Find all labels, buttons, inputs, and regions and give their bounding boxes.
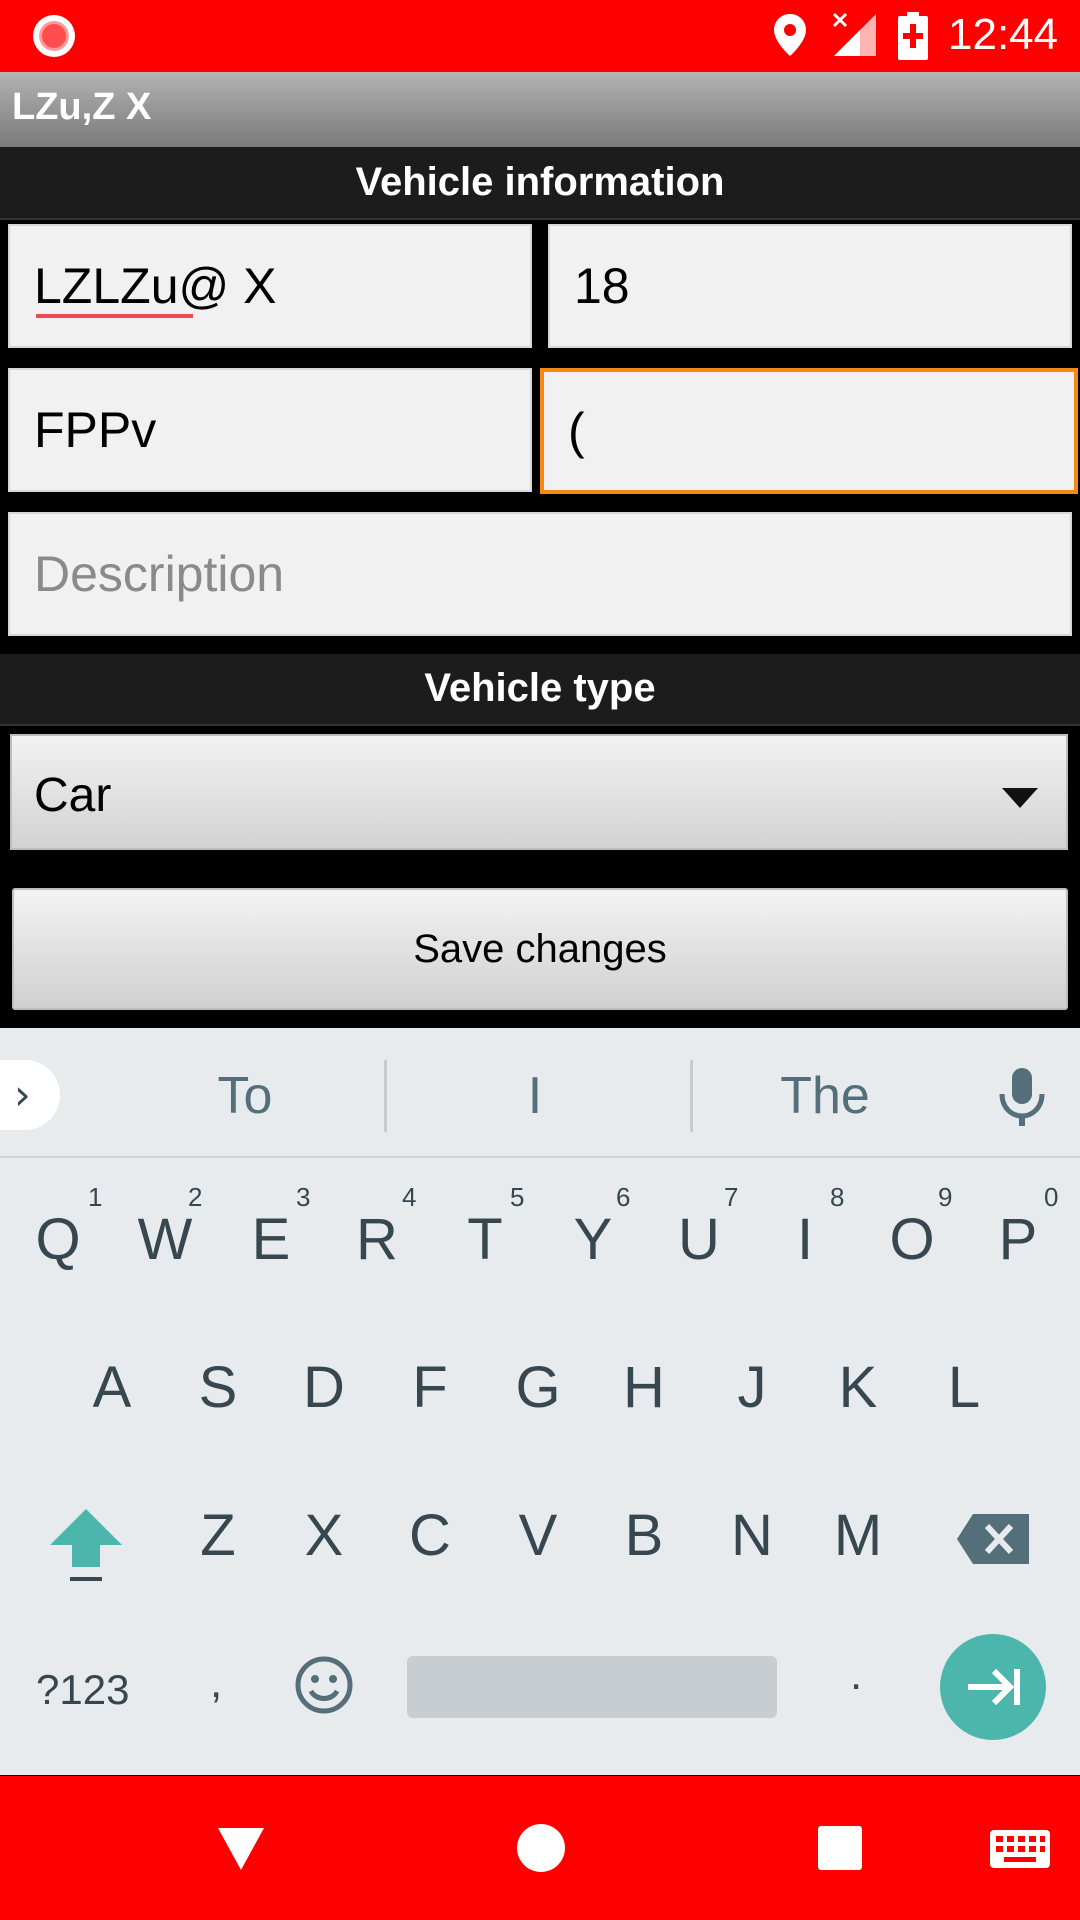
home-icon[interactable]	[517, 1824, 565, 1872]
focused-field-container	[540, 368, 1078, 494]
key-hint-5: 5	[510, 1182, 525, 1212]
vehicle-type-value: Car	[34, 769, 112, 822]
vehicle-type-header: Vehicle type	[0, 654, 1080, 726]
shift-icon[interactable]	[48, 1505, 124, 1585]
save-button[interactable]: Save changes	[12, 888, 1068, 1010]
name-field[interactable]	[10, 226, 530, 346]
key-r[interactable]: R	[337, 1206, 417, 1273]
chevron-right-icon: ›	[14, 1070, 31, 1119]
navigation-bar	[0, 1776, 1080, 1920]
key-w[interactable]: W	[125, 1206, 205, 1273]
app-title-bar: LZu,Z X	[0, 72, 1080, 147]
key-t[interactable]: T	[445, 1206, 525, 1273]
key-v[interactable]: V	[498, 1502, 578, 1569]
key-m[interactable]: M	[818, 1502, 898, 1569]
page-title: LZu,Z X	[12, 86, 152, 128]
year-field[interactable]	[550, 226, 1070, 346]
signal-icon	[832, 12, 876, 56]
emoji-icon[interactable]	[294, 1655, 354, 1715]
period-key[interactable]: .	[850, 1650, 862, 1700]
symbols-key[interactable]: ?123	[36, 1666, 129, 1714]
record-icon	[33, 15, 75, 57]
tab-arrow-icon	[968, 1668, 1020, 1706]
vehicle-type-header-label: Vehicle type	[424, 666, 656, 710]
focused-field[interactable]	[544, 372, 1074, 490]
suggestion-3[interactable]: The	[760, 1066, 890, 1126]
keyboard-icon[interactable]	[988, 1828, 1052, 1870]
key-hint-8: 8	[830, 1182, 845, 1212]
backspace-icon[interactable]	[955, 1512, 1031, 1566]
key-hint-7: 7	[724, 1182, 739, 1212]
key-hint-3: 3	[296, 1182, 311, 1212]
key-hint-0: 0	[1044, 1182, 1059, 1212]
space-key[interactable]	[407, 1656, 777, 1718]
description-field-container	[8, 512, 1072, 636]
key-o[interactable]: O	[872, 1206, 952, 1273]
vehicle-type-dropdown[interactable]: Car	[10, 734, 1068, 850]
status-bar: 12:44	[0, 0, 1080, 72]
vehicle-info-header: Vehicle information	[0, 147, 1080, 220]
key-x[interactable]: X	[284, 1502, 364, 1569]
plate-field[interactable]	[10, 370, 530, 490]
suggestion-1[interactable]: To	[170, 1066, 320, 1126]
location-icon	[774, 14, 806, 56]
key-q[interactable]: Q	[18, 1206, 98, 1273]
key-n[interactable]: N	[712, 1502, 792, 1569]
spellcheck-underline	[36, 314, 193, 318]
suggestion-divider	[384, 1060, 387, 1132]
next-key[interactable]	[940, 1634, 1046, 1740]
comma-key[interactable]: ,	[210, 1658, 222, 1708]
name-field-container	[8, 224, 532, 348]
key-hint-2: 2	[188, 1182, 203, 1212]
key-hint-9: 9	[938, 1182, 953, 1212]
key-a[interactable]: A	[72, 1354, 152, 1421]
key-z[interactable]: Z	[178, 1502, 258, 1569]
microphone-icon[interactable]	[996, 1066, 1048, 1128]
recents-icon[interactable]	[818, 1826, 862, 1870]
key-c[interactable]: C	[390, 1502, 470, 1569]
year-field-container	[548, 224, 1072, 348]
expand-suggestions-button[interactable]: ›	[0, 1060, 60, 1130]
key-g[interactable]: G	[498, 1354, 578, 1421]
key-f[interactable]: F	[390, 1354, 470, 1421]
soft-keyboard: › To I The Q W E R T Y U I O P 1 2 3 4 5…	[0, 1028, 1080, 1775]
key-u[interactable]: U	[659, 1206, 739, 1273]
key-k[interactable]: K	[818, 1354, 898, 1421]
chevron-down-icon	[1002, 788, 1038, 808]
key-e[interactable]: E	[231, 1206, 311, 1273]
key-b[interactable]: B	[604, 1502, 684, 1569]
key-hint-1: 1	[88, 1182, 103, 1212]
key-j[interactable]: J	[712, 1354, 792, 1421]
suggestion-divider	[690, 1060, 693, 1132]
back-icon[interactable]	[216, 1824, 266, 1872]
suggestion-2[interactable]: I	[480, 1066, 590, 1126]
key-hint-4: 4	[402, 1182, 417, 1212]
key-h[interactable]: H	[604, 1354, 684, 1421]
battery-charging-icon	[898, 12, 928, 60]
plate-field-container	[8, 368, 532, 492]
key-l[interactable]: L	[924, 1354, 1004, 1421]
vehicle-info-header-label: Vehicle information	[355, 160, 725, 204]
key-s[interactable]: S	[178, 1354, 258, 1421]
clock: 12:44	[948, 10, 1059, 59]
key-d[interactable]: D	[284, 1354, 364, 1421]
description-field[interactable]	[10, 514, 1070, 634]
key-p[interactable]: P	[978, 1206, 1058, 1273]
suggestion-strip: › To I The	[0, 1028, 1080, 1158]
key-hint-6: 6	[616, 1182, 631, 1212]
key-i[interactable]: I	[765, 1206, 845, 1273]
key-y[interactable]: Y	[553, 1206, 633, 1273]
